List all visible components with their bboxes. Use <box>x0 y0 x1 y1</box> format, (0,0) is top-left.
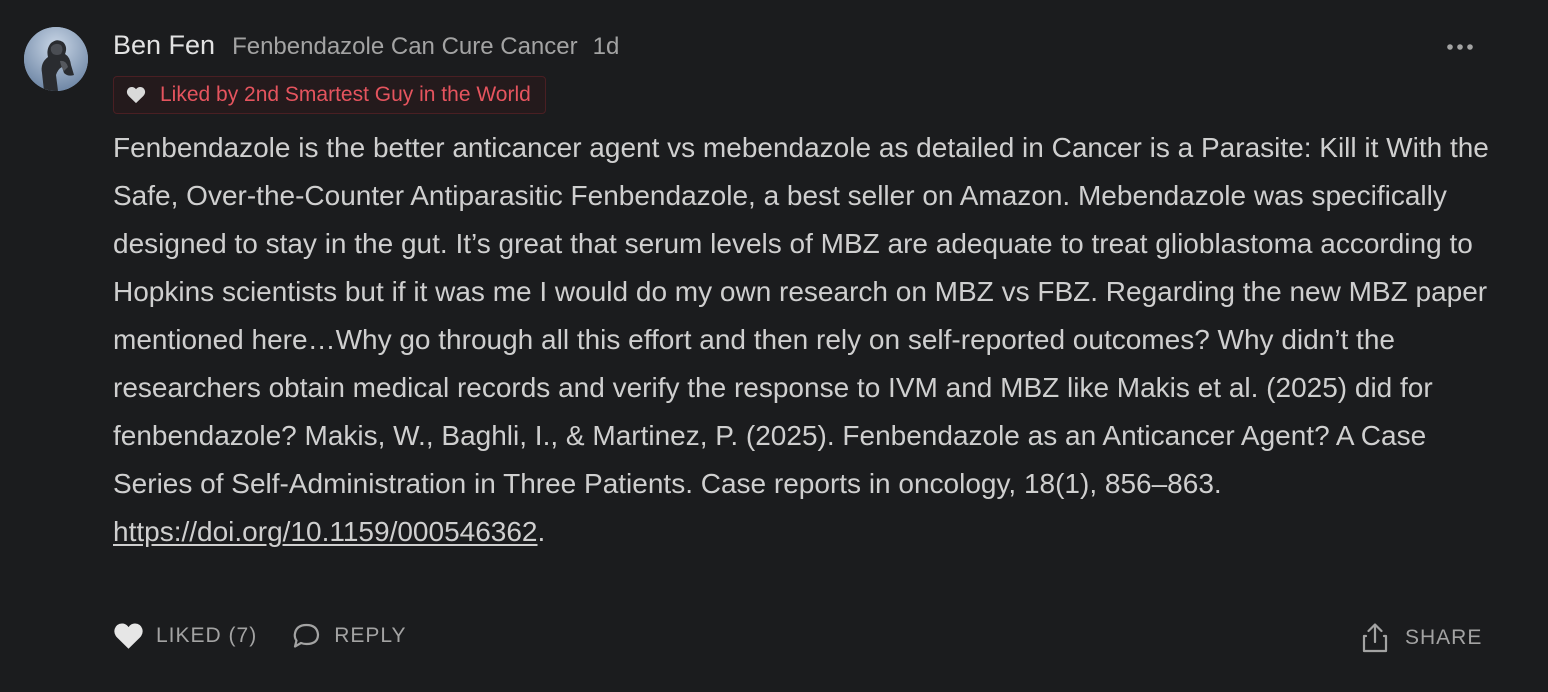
avatar[interactable] <box>24 27 88 91</box>
publication-name[interactable]: Fenbendazole Can Cure Cancer <box>232 33 578 61</box>
like-button[interactable]: LIKED (7) <box>113 622 257 650</box>
comment-text: Fenbendazole is the better anticancer ag… <box>113 132 1489 499</box>
doi-link[interactable]: https://doi.org/10.1159/000546362 <box>113 516 538 547</box>
share-icon <box>1362 623 1388 653</box>
share-label: SHARE <box>1405 626 1483 649</box>
reply-icon <box>293 623 320 648</box>
heart-icon <box>126 86 146 104</box>
liked-by-badge: Liked by 2nd Smartest Guy in the World <box>113 76 546 114</box>
like-label: LIKED (7) <box>156 624 258 647</box>
link-suffix: . <box>537 516 546 547</box>
comment-card: Ben Fen Fenbendazole Can Cure Cancer 1d … <box>0 0 1548 692</box>
reply-label: REPLY <box>334 624 407 647</box>
more-options-icon[interactable] <box>1444 36 1478 58</box>
avatar-image <box>24 27 88 91</box>
liked-by-label: Liked by 2nd Smartest Guy in the World <box>160 83 531 106</box>
comment-header: Ben Fen Fenbendazole Can Cure Cancer 1d <box>113 30 619 61</box>
comment-body: Fenbendazole is the better anticancer ag… <box>113 124 1493 556</box>
comment-actions: LIKED (7) REPLY <box>113 622 407 650</box>
reply-button[interactable]: REPLY <box>291 622 406 650</box>
heart-icon <box>114 623 143 649</box>
share-button[interactable]: SHARE <box>1361 622 1482 654</box>
timestamp[interactable]: 1d <box>593 33 620 61</box>
author-name[interactable]: Ben Fen <box>113 30 215 61</box>
